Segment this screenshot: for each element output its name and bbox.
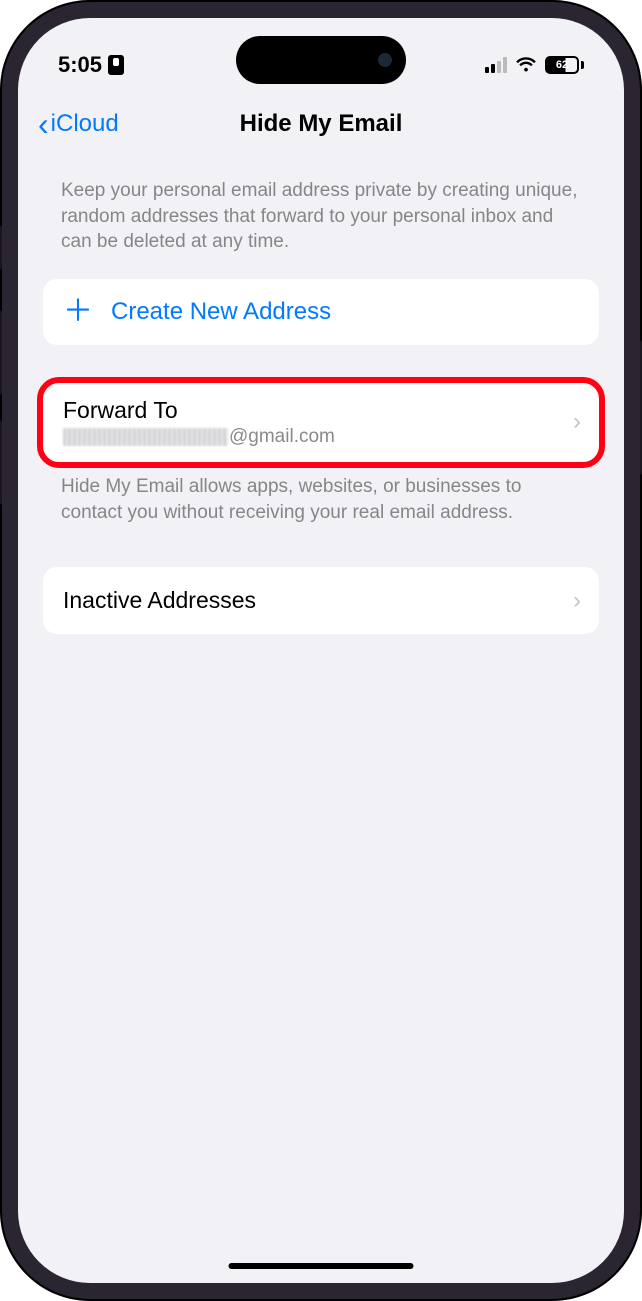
- phone-frame: 5:05 62 ‹ iCloud Hide My E: [0, 0, 642, 1301]
- page-title: Hide My Email: [240, 110, 403, 138]
- orientation-lock-icon: [108, 55, 124, 75]
- header-description: Keep your personal email address private…: [43, 158, 599, 279]
- cellular-signal-icon: [485, 57, 507, 73]
- home-indicator[interactable]: [229, 1263, 414, 1269]
- chevron-left-icon: ‹: [38, 108, 49, 140]
- create-address-group: ＋ Create New Address: [43, 279, 599, 345]
- chevron-right-icon: ›: [573, 587, 581, 615]
- battery-percent: 62: [556, 59, 568, 71]
- status-right: 62: [485, 56, 584, 74]
- silent-switch: [0, 225, 2, 270]
- inactive-addresses-row[interactable]: Inactive Addresses ›: [43, 567, 599, 634]
- back-button[interactable]: ‹ iCloud: [38, 108, 119, 140]
- forward-to-row[interactable]: Forward To @gmail.com ›: [43, 383, 599, 462]
- redacted-email-prefix: [63, 428, 228, 446]
- volume-up-button: [0, 310, 2, 395]
- forward-to-group: Forward To @gmail.com ›: [43, 383, 599, 462]
- back-label: iCloud: [51, 110, 119, 138]
- battery-icon: 62: [545, 56, 584, 74]
- plus-icon: ＋: [63, 297, 93, 327]
- volume-down-button: [0, 420, 2, 505]
- forward-to-email: @gmail.com: [63, 426, 335, 448]
- chevron-right-icon: ›: [573, 408, 581, 436]
- create-new-address-button[interactable]: ＋ Create New Address: [43, 279, 599, 345]
- email-suffix: @gmail.com: [229, 426, 335, 448]
- status-time: 5:05: [58, 52, 102, 78]
- screen: 5:05 62 ‹ iCloud Hide My E: [18, 18, 624, 1283]
- dynamic-island: [236, 36, 406, 84]
- navigation-bar: ‹ iCloud Hide My Email: [18, 98, 624, 158]
- wifi-icon: [515, 57, 537, 73]
- inactive-addresses-group: Inactive Addresses ›: [43, 567, 599, 634]
- create-address-label: Create New Address: [111, 298, 331, 326]
- inactive-addresses-label: Inactive Addresses: [63, 587, 256, 614]
- status-left: 5:05: [58, 52, 124, 78]
- content-area: Keep your personal email address private…: [18, 158, 624, 634]
- forward-to-title: Forward To: [63, 397, 178, 424]
- forward-to-footer: Hide My Email allows apps, websites, or …: [43, 462, 599, 525]
